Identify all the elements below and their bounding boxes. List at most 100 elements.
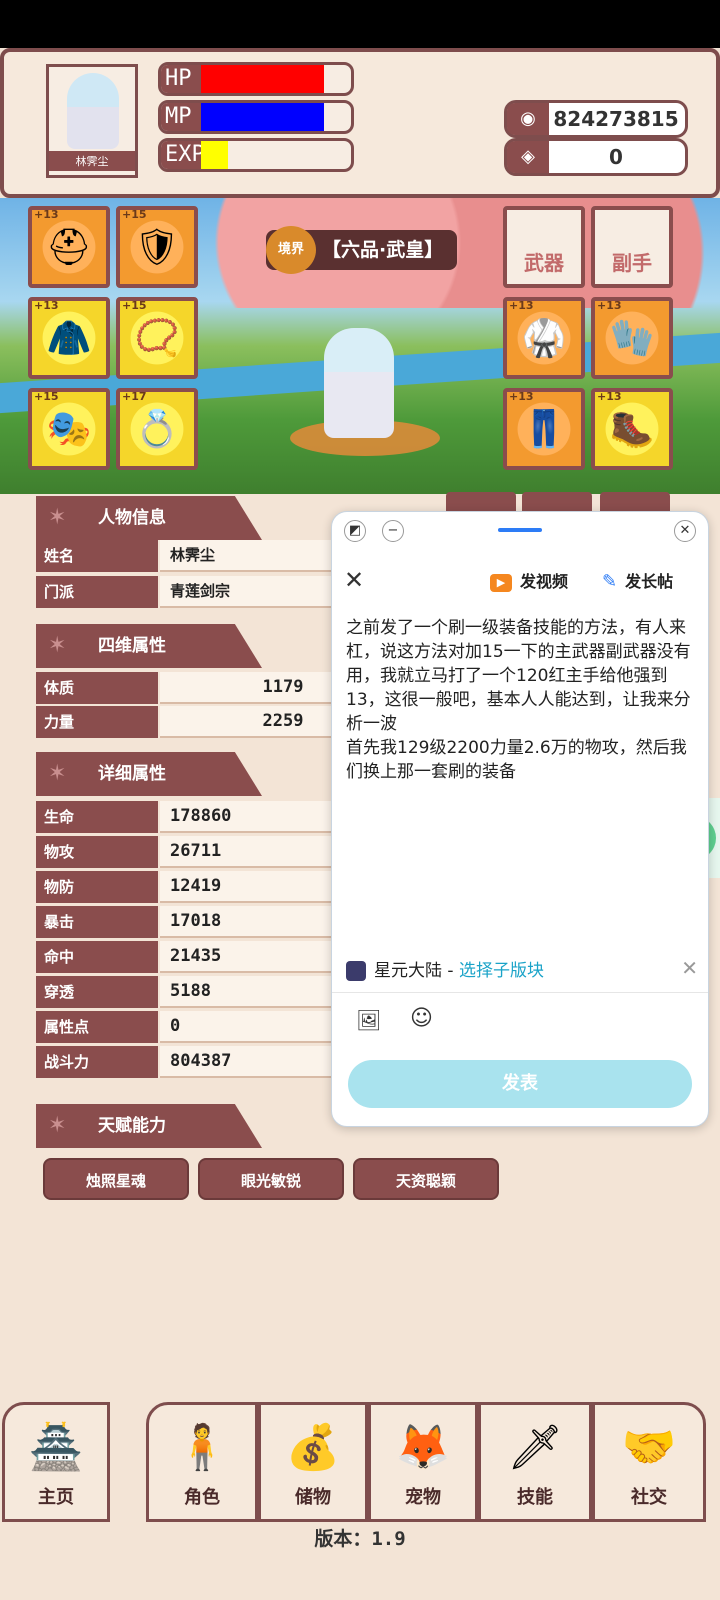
tab-button-3[interactable] [600, 492, 670, 512]
realm-badge: 境界 [266, 226, 316, 274]
equip-slot-helmet[interactable]: +13 ⛑ [28, 206, 110, 288]
post-long-button[interactable]: ✎ 发长帖 [602, 568, 673, 592]
slot-plus: +13 [34, 208, 59, 221]
tab-button-1[interactable] [446, 492, 516, 512]
minimize-button[interactable]: − [382, 520, 404, 542]
row-value: 178860 [160, 801, 336, 833]
equip-slot-weapon[interactable]: 武器 [503, 206, 585, 288]
nav-pet[interactable]: 🦊 宠物 [368, 1402, 478, 1522]
mp-bar: MP [158, 100, 354, 134]
exp-label: EXP [161, 141, 205, 169]
nav-character[interactable]: 🧍 角色 [146, 1402, 258, 1522]
equip-slot-necklace[interactable]: +15 📿 [116, 297, 198, 379]
nav-skills[interactable]: 🗡 技能 [478, 1402, 592, 1522]
detail-row: 穿透 5188 [36, 976, 336, 1008]
shrink-button[interactable]: ◩ [344, 520, 366, 542]
close-icon: ✕ [679, 523, 691, 538]
hp-fill [201, 65, 324, 93]
post-text-input[interactable]: 之前发了一个刷一级装备技能的方法，有人来杠，说这方法对加15一下的主武器副武器没… [346, 616, 698, 784]
row-key: 姓名 [36, 540, 158, 572]
row-key: 门派 [36, 576, 158, 608]
post-video-button[interactable]: ▶ 发视频 [490, 568, 568, 592]
section-title: 人物信息 [98, 508, 166, 528]
gem-value: 0 [609, 145, 623, 169]
row-key: 穿透 [36, 976, 158, 1008]
equip-slot-armor[interactable]: +13 🥋 [503, 297, 585, 379]
equip-slot-ring[interactable]: +17 💍 [116, 388, 198, 470]
boots-icon: 🥾 [609, 409, 655, 450]
close-window-button[interactable]: ✕ [674, 520, 696, 542]
section-title: 天赋能力 [98, 1116, 166, 1136]
necklace-icon: 📿 [134, 318, 180, 359]
emoji-icon: ☺ [410, 1006, 433, 1031]
divider [332, 992, 708, 993]
slot-plus: +15 [122, 299, 147, 312]
armor-icon: 🥋 [521, 318, 567, 359]
nav-label: 主页 [38, 1487, 74, 1508]
clear-forum-button[interactable]: ✕ [681, 956, 698, 980]
offhand-slot-label: 副手 [612, 251, 652, 275]
equip-slot-boots[interactable]: +13 🥾 [591, 388, 673, 470]
pen-icon: ✎ [602, 571, 618, 592]
nav-social[interactable]: 🤝 社交 [592, 1402, 706, 1522]
bracers-icon: 🧤 [609, 318, 655, 359]
talent-button[interactable]: 天资聪颖 [353, 1158, 499, 1200]
player-avatar[interactable]: 林霁尘 [46, 64, 138, 178]
cancel-post-button[interactable]: ✕ [344, 566, 364, 594]
detail-row: 生命 178860 [36, 801, 336, 833]
weapon-slot-label: 武器 [524, 251, 564, 275]
image-icon: 🖼 [356, 1008, 382, 1032]
post-video-label: 发视频 [520, 572, 569, 591]
detail-row: 暴击 17018 [36, 906, 336, 938]
row-key: 战斗力 [36, 1046, 158, 1078]
forum-avatar-icon [346, 961, 366, 981]
coin-icon: ◉ [507, 103, 549, 135]
detail-row: 物防 12419 [36, 871, 336, 903]
equip-slot-cape[interactable]: +13 🧥 [28, 297, 110, 379]
equip-slot-leggings[interactable]: +13 👖 [503, 388, 585, 470]
insert-image-button[interactable]: 🖼 [356, 1008, 381, 1032]
home-gate-icon: 🏯 [28, 1422, 84, 1473]
row-key: 命中 [36, 941, 158, 973]
row-key: 暴击 [36, 906, 158, 938]
sword-icon: 🗡 [507, 1422, 563, 1473]
talent-button[interactable]: 眼光敏锐 [198, 1158, 344, 1200]
slot-plus: +13 [509, 390, 534, 403]
drag-handle[interactable] [498, 528, 542, 532]
hp-bar: HP [158, 62, 354, 96]
mp-label: MP [161, 103, 201, 131]
row-key: 属性点 [36, 1011, 158, 1043]
section-four-attributes: ✶ 四维属性 [36, 624, 262, 668]
nav-label: 技能 [517, 1487, 553, 1508]
talent-button[interactable]: 烛照星魂 [43, 1158, 189, 1200]
nav-label: 社交 [631, 1487, 667, 1508]
gem-counter: ◈ 0 [504, 138, 688, 176]
insert-emoji-button[interactable]: ☺ [410, 1006, 433, 1031]
equip-slot-offhand[interactable]: 副手 [591, 206, 673, 288]
nav-label: 宠物 [405, 1487, 441, 1508]
status-bar [0, 0, 720, 48]
choose-subforum-link[interactable]: 选择子版块 [459, 961, 544, 981]
character-sprite [324, 328, 394, 438]
row-key: 物防 [36, 871, 158, 903]
nav-storage[interactable]: 💰 储物 [258, 1402, 368, 1522]
equip-slot-mask[interactable]: +15 🎭 [28, 388, 110, 470]
handshake-icon: 🤝 [621, 1422, 677, 1473]
row-value: 林霁尘 [160, 540, 336, 572]
row-key: 体质 [36, 672, 158, 704]
tab-button-2[interactable] [522, 492, 592, 512]
nav-home[interactable]: 🏯 主页 [2, 1402, 110, 1522]
post-composer-popup: ◩ − ✕ ✕ ▶ 发视频 ✎ 发长帖 之前发了一个刷一级装备技能的方法，有人来杠，… [331, 511, 709, 1127]
nav-label: 角色 [184, 1487, 220, 1508]
equip-slot-pauldron[interactable]: +15 🛡 [116, 206, 198, 288]
mp-fill [201, 103, 324, 131]
post-long-label: 发长帖 [625, 572, 674, 591]
exp-fill [201, 141, 228, 169]
section-emblem-icon: ✶ [48, 1113, 67, 1138]
publish-button[interactable]: 发表 [348, 1060, 692, 1108]
realm-rank: 境界 【六品·武皇】 [266, 226, 458, 274]
forum-selector[interactable]: 星元大陆 - 选择子版块 ✕ [346, 956, 698, 981]
row-value: 804387 [160, 1046, 336, 1078]
equip-slot-bracers[interactable]: +13 🧤 [591, 297, 673, 379]
character-figure-icon: 🧍 [174, 1422, 230, 1473]
